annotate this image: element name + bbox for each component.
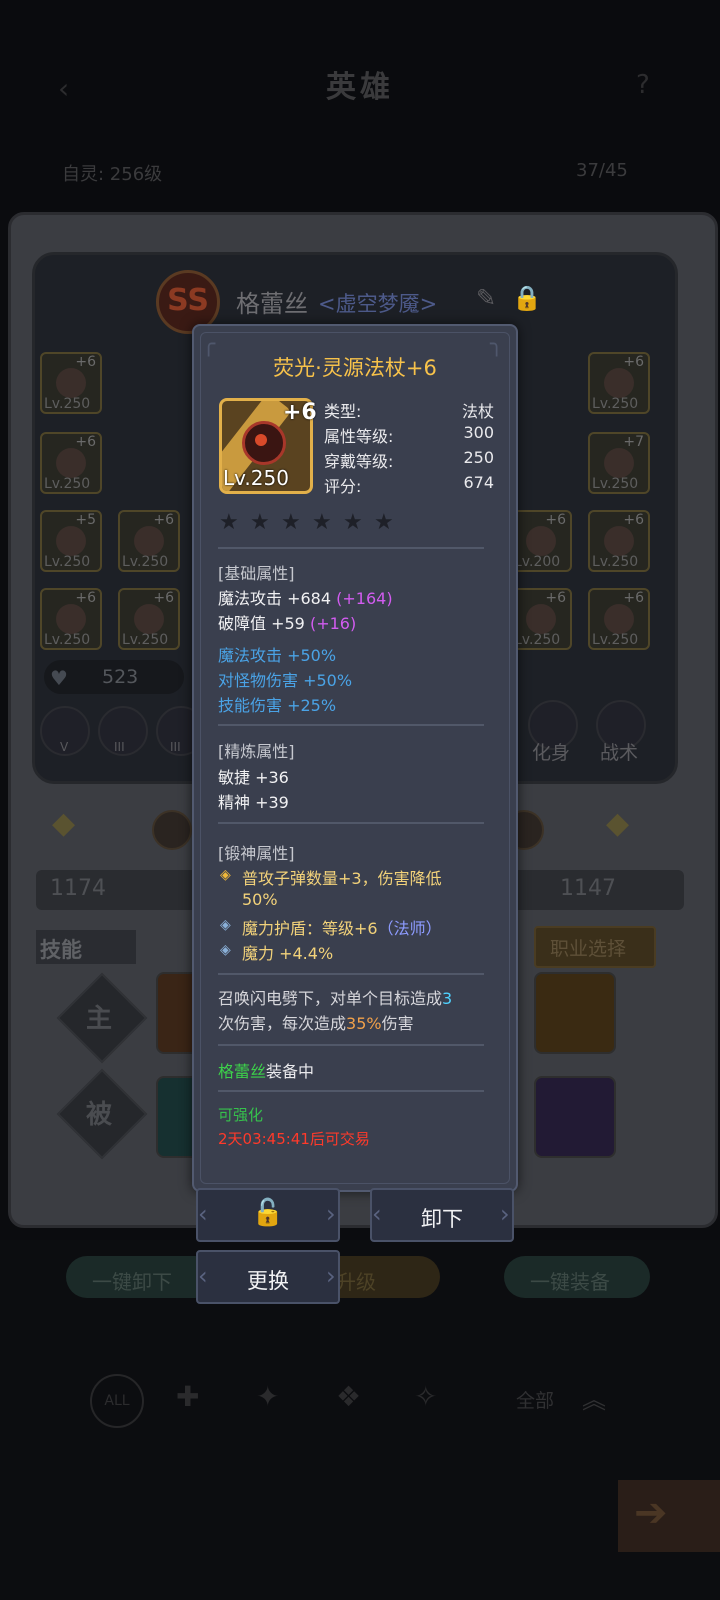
equip-slot[interactable]: +6 Lv.250 <box>118 510 180 572</box>
item-enhance-level: +6 <box>283 400 317 425</box>
replace-label: 更换 <box>247 1269 289 1293</box>
equip-slot[interactable]: +5 Lv.250 <box>40 510 102 572</box>
equipped-status: 格蕾丝装备中 <box>218 1062 315 1081</box>
stat-type-label: 类型: <box>324 402 362 421</box>
arrow-right-icon: ➔ <box>634 1490 668 1536</box>
forge-attr-cont: 50% <box>242 890 278 909</box>
transform-label: 化身 <box>532 742 571 764</box>
filter-class-icon[interactable]: ✧ <box>414 1380 437 1413</box>
rune-level: III <box>170 740 181 754</box>
filter-all-badge[interactable]: ALL <box>90 1374 144 1428</box>
base-attr-header: [基础属性] <box>218 564 295 583</box>
divider <box>218 822 484 824</box>
screen-title: 英雄 <box>326 70 394 105</box>
hero-subtitle: <虚空梦魇> <box>318 292 438 316</box>
star-icon: ★ <box>374 510 394 535</box>
divider <box>218 1090 484 1092</box>
filter-all-text[interactable]: 全部 <box>516 1386 554 1413</box>
stat-score-value: 674 <box>463 473 494 492</box>
upgrade-label: 升级 <box>336 1270 376 1294</box>
hero-count-label: 37/45 <box>576 160 628 181</box>
forge-attr: 魔力护盾：等级+6（法师） <box>242 919 442 938</box>
equip-slot[interactable]: +7 Lv.250 <box>588 432 650 494</box>
hero-name: 格蕾丝 <box>236 290 308 318</box>
rating-value: 523 <box>102 666 139 688</box>
filter-class-icon[interactable]: ❖ <box>336 1380 361 1413</box>
blue-gem-icon: ◈ <box>220 942 231 958</box>
job-select-label: 职业选择 <box>550 938 627 960</box>
star-icon: ★ <box>250 510 270 535</box>
refine-attr-header: [精炼属性] <box>218 742 295 761</box>
ornament-right-icon: › <box>326 1262 336 1290</box>
divider <box>218 724 484 726</box>
next-hero-icon[interactable]: ◆ <box>606 806 629 841</box>
gold-gem-icon: ◈ <box>220 867 231 883</box>
ornament-right-icon: › <box>326 1200 336 1228</box>
star-icon: ★ <box>281 510 301 535</box>
rune-level: III <box>114 740 125 754</box>
unequip-label: 卸下 <box>421 1207 463 1231</box>
passive-skill-label: 被 <box>86 1100 113 1130</box>
blue-gem-icon: ◈ <box>220 917 231 933</box>
divider <box>218 547 484 549</box>
bonus-attr: 对怪物伤害 +50% <box>218 671 353 690</box>
rune-level: V <box>60 740 69 754</box>
chevron-up-icon[interactable]: ︽ <box>582 1380 606 1415</box>
filter-class-icon[interactable]: ✦ <box>256 1380 279 1413</box>
stat-score-label: 评分: <box>324 477 362 496</box>
unlock-icon: 🔓 <box>251 1198 285 1228</box>
base-attr: 魔法攻击 +684 (+164) <box>218 589 393 608</box>
equip-slot[interactable]: +6 Lv.200 <box>510 510 572 572</box>
divider <box>218 1044 484 1046</box>
ornament-right-icon: › <box>500 1200 510 1228</box>
refine-attr: 精神 +39 <box>218 793 289 812</box>
star-icon: ★ <box>219 510 239 535</box>
skills-header: 技能 <box>40 938 82 962</box>
item-level: Lv.250 <box>223 466 289 490</box>
help-icon[interactable]: ? <box>636 70 650 100</box>
enhance-status: 可强化 <box>218 1106 264 1124</box>
heart-shield-icon: ♥ <box>50 666 68 690</box>
stat-attr-level-value: 300 <box>463 423 494 442</box>
tactic-label: 战术 <box>600 742 639 764</box>
stat-type-value: 法杖 <box>461 402 494 421</box>
equip-slot[interactable]: +6 Lv.250 <box>40 588 102 650</box>
skill-description: 召唤闪电劈下，对单个目标造成3 次伤害，每次造成35%伤害 <box>218 989 453 1033</box>
star-icon: ★ <box>343 510 363 535</box>
equip-slot[interactable]: +6 Lv.250 <box>40 352 102 414</box>
skill-tile[interactable] <box>534 972 616 1054</box>
right-power: 1147 <box>560 876 616 901</box>
stat-attr-level-label: 属性等级: <box>324 427 394 446</box>
bonus-attr: 魔法攻击 +50% <box>218 646 337 665</box>
refine-attr: 敏捷 +36 <box>218 768 289 787</box>
trade-countdown: 2天03:45:41后可交易 <box>218 1130 370 1148</box>
item-title: 荧光·灵源法杖+6 <box>273 356 437 380</box>
edit-icon[interactable]: ✎ <box>476 284 496 312</box>
left-power: 1174 <box>50 876 106 901</box>
equip-slot[interactable]: +6 Lv.250 <box>40 432 102 494</box>
orb-icon[interactable] <box>152 810 192 850</box>
bonus-attr: 技能伤害 +25% <box>218 696 337 715</box>
lock-icon[interactable]: 🔒 <box>512 284 542 312</box>
spirit-level-label: 自灵: 256级 <box>62 164 163 185</box>
equip-slot[interactable]: +6 Lv.250 <box>118 588 180 650</box>
forge-attr: 普攻子弹数量+3，伤害降低 <box>242 869 442 888</box>
active-skill-label: 主 <box>86 1004 113 1034</box>
divider <box>218 973 484 975</box>
base-attr: 破障值 +59 (+16) <box>218 614 357 633</box>
forge-attr: 魔力 +4.4% <box>242 944 334 963</box>
equip-slot[interactable]: +6 Lv.250 <box>588 510 650 572</box>
equip-slot[interactable]: +6 Lv.250 <box>588 352 650 414</box>
equip-all-label: 一键装备 <box>530 1270 610 1294</box>
prev-hero-icon[interactable]: ◆ <box>52 806 75 841</box>
unequip-all-label: 一键卸下 <box>92 1270 172 1294</box>
stat-wear-level-label: 穿戴等级: <box>324 452 394 471</box>
equip-slot[interactable]: +6 Lv.250 <box>588 588 650 650</box>
equip-slot[interactable]: +6 Lv.250 <box>510 588 572 650</box>
filter-class-icon[interactable]: ✚ <box>176 1380 199 1413</box>
stat-wear-level-value: 250 <box>463 448 494 467</box>
forge-attr-header: [锻神属性] <box>218 844 295 863</box>
skill-tile[interactable] <box>534 1076 616 1158</box>
star-icon: ★ <box>312 510 332 535</box>
